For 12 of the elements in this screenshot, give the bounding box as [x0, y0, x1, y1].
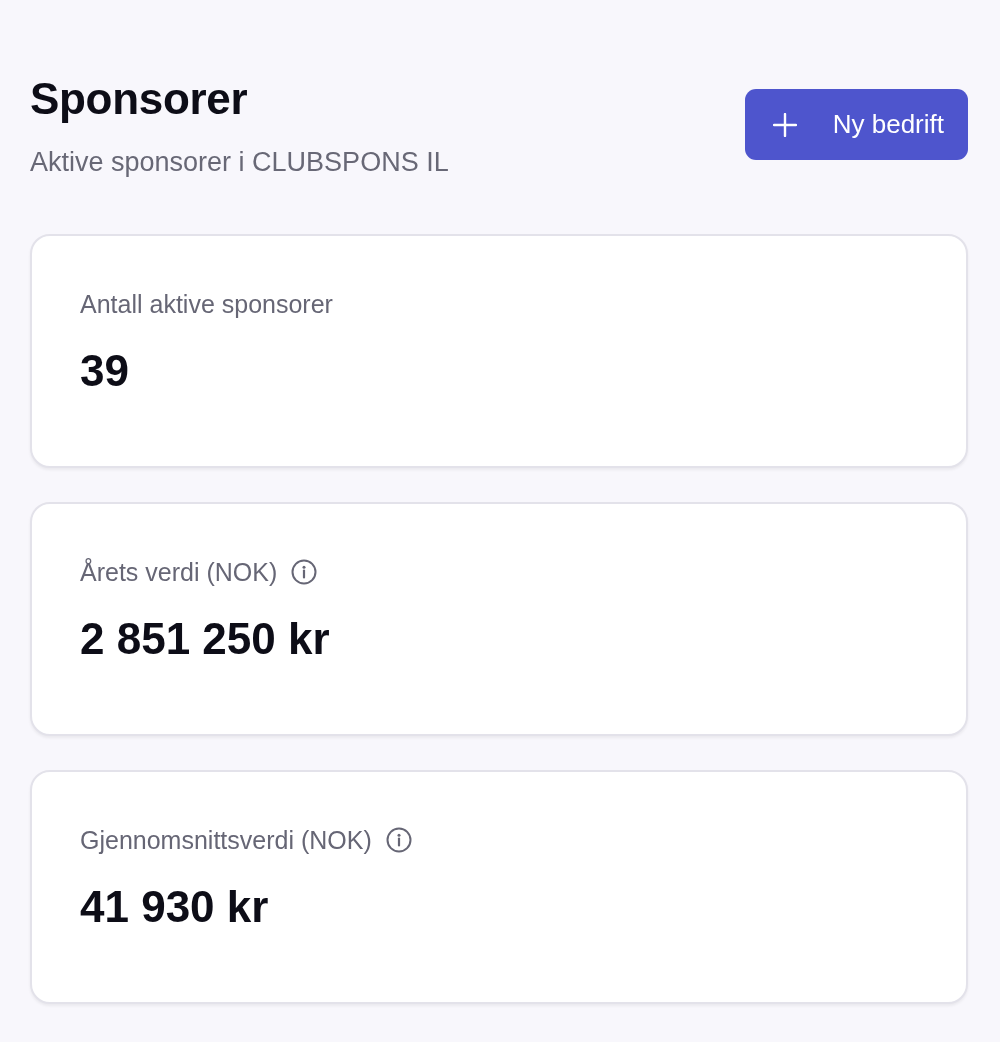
stat-value: 41 930 kr	[80, 881, 270, 933]
stat-value: 39	[80, 345, 130, 397]
page-subtitle: Aktive sponsorer i CLUBSPONS IL	[30, 146, 449, 179]
stat-label: Årets verdi (NOK)	[80, 557, 278, 588]
stat-label: Antall aktive sponsorer	[80, 289, 333, 320]
stat-label: Gjennomsnittsverdi (NOK)	[80, 825, 372, 856]
new-company-button[interactable]: Ny bedrift	[744, 89, 968, 160]
info-icon[interactable]	[385, 827, 412, 853]
stat-value: 2 851 250 kr	[80, 613, 331, 665]
plus-icon	[772, 112, 797, 137]
page-title: Sponsorer	[30, 73, 249, 125]
info-icon[interactable]	[291, 559, 318, 585]
